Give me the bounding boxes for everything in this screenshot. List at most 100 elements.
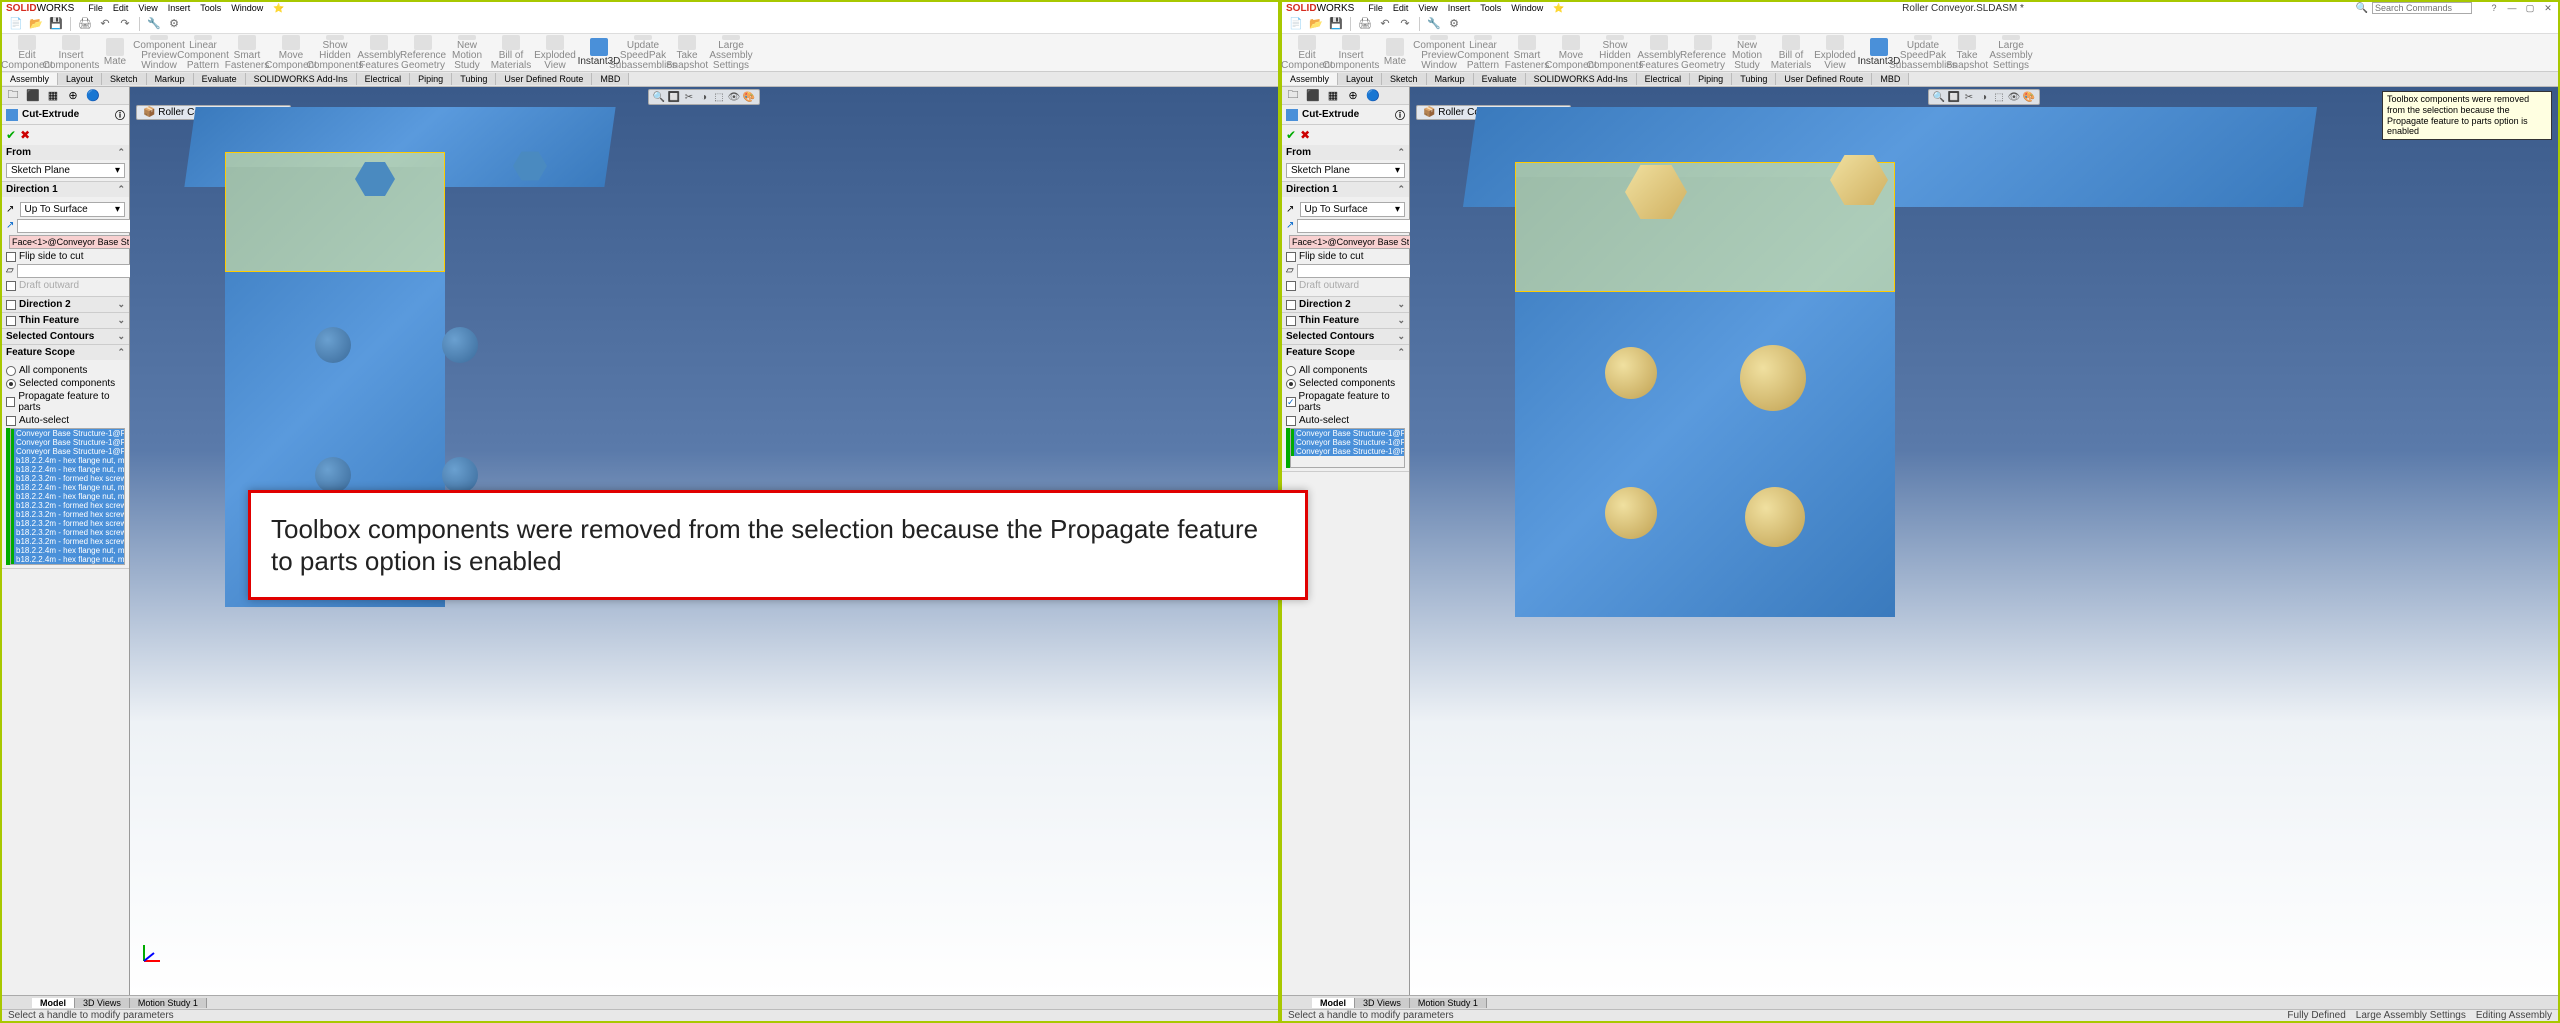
cancel-button[interactable]: ✖ bbox=[1300, 128, 1310, 142]
ribbon-preview-window[interactable]: Component Preview Window bbox=[138, 35, 180, 71]
zoom-fit-icon[interactable]: 🔍 bbox=[1933, 91, 1945, 103]
tab-evaluate[interactable]: Evaluate bbox=[1474, 73, 1526, 85]
print-icon[interactable]: 🖨 bbox=[1357, 16, 1373, 32]
rebuild-icon[interactable]: 🔧 bbox=[1426, 16, 1442, 32]
tab-electrical[interactable]: Electrical bbox=[357, 73, 411, 85]
menu-help-icon[interactable]: ⭐ bbox=[273, 3, 284, 14]
list-item[interactable]: Conveyor Base Structure-1@Rolle bbox=[1291, 447, 1404, 456]
zoom-area-icon[interactable]: 🔲 bbox=[668, 91, 680, 103]
tab-addins[interactable]: SOLIDWORKS Add-Ins bbox=[246, 73, 357, 85]
menu-edit[interactable]: Edit bbox=[113, 3, 129, 14]
appearance-icon[interactable]: 🔵 bbox=[1366, 89, 1380, 103]
draft-icon[interactable]: ▱ bbox=[6, 265, 14, 277]
menu-insert[interactable]: Insert bbox=[1448, 3, 1471, 14]
menu-window[interactable]: Window bbox=[1511, 3, 1543, 14]
redo-icon[interactable]: ↷ bbox=[1397, 16, 1413, 32]
help-button[interactable]: ? bbox=[2488, 3, 2500, 13]
tab-evaluate[interactable]: Evaluate bbox=[194, 73, 246, 85]
dir2-checkbox[interactable] bbox=[1286, 300, 1296, 310]
list-item[interactable]: b18.2.2.4m - hex flange nut, m10 bbox=[11, 456, 124, 465]
new-icon[interactable]: 📄 bbox=[1288, 16, 1304, 32]
flip-checkbox[interactable] bbox=[1286, 252, 1296, 262]
tab-motion-study[interactable]: Motion Study 1 bbox=[1410, 998, 1487, 1008]
tab-piping[interactable]: Piping bbox=[410, 73, 452, 85]
face-selection[interactable] bbox=[9, 235, 132, 249]
ribbon-preview-window[interactable]: Component Preview Window bbox=[1418, 35, 1460, 71]
minimize-button[interactable]: — bbox=[2506, 3, 2518, 13]
tab-mbd[interactable]: MBD bbox=[1872, 73, 1909, 85]
feature-scope-section[interactable]: Feature Scope⌃ bbox=[2, 345, 129, 360]
list-item[interactable]: b18.2.3.2m - formed hex screw, m bbox=[11, 474, 124, 483]
property-icon[interactable]: ⬛ bbox=[26, 89, 40, 103]
tab-markup[interactable]: Markup bbox=[1427, 73, 1474, 85]
maximize-button[interactable]: ▢ bbox=[2524, 3, 2536, 13]
ribbon-show-hidden[interactable]: Show Hidden Components bbox=[1594, 35, 1636, 71]
ribbon-exploded-view[interactable]: Exploded View bbox=[534, 35, 576, 71]
reverse-icon[interactable]: ↗ bbox=[6, 204, 17, 216]
section-icon[interactable]: ✂ bbox=[1963, 91, 1975, 103]
tab-tubing[interactable]: Tubing bbox=[1732, 73, 1776, 85]
menu-help-icon[interactable]: ⭐ bbox=[1553, 3, 1564, 14]
direction-icon[interactable]: ↗ bbox=[6, 220, 14, 232]
ribbon-snapshot[interactable]: Take Snapshot bbox=[666, 35, 708, 71]
ribbon-bom[interactable]: Bill of Materials bbox=[1770, 35, 1812, 71]
tab-assembly[interactable]: Assembly bbox=[1282, 73, 1338, 85]
tab-user-route[interactable]: User Defined Route bbox=[496, 73, 592, 85]
tab-electrical[interactable]: Electrical bbox=[1637, 73, 1691, 85]
open-icon[interactable]: 📂 bbox=[28, 16, 44, 32]
menu-view[interactable]: View bbox=[1418, 3, 1437, 14]
menu-tools[interactable]: Tools bbox=[1480, 3, 1501, 14]
thin-feature-section[interactable]: Thin Feature⌄ bbox=[1282, 313, 1409, 328]
list-item[interactable]: b18.2.3.2m - formed hex screw, m bbox=[11, 537, 124, 546]
tab-3dviews[interactable]: 3D Views bbox=[75, 998, 130, 1008]
tab-model[interactable]: Model bbox=[1312, 998, 1355, 1008]
rebuild-icon[interactable]: 🔧 bbox=[146, 16, 162, 32]
redo-icon[interactable]: ↷ bbox=[117, 16, 133, 32]
all-components-radio[interactable] bbox=[6, 366, 16, 376]
view-orient-icon[interactable]: ⬚ bbox=[1993, 91, 2005, 103]
ribbon-snapshot[interactable]: Take Snapshot bbox=[1946, 35, 1988, 71]
ribbon-ref-geometry[interactable]: Reference Geometry bbox=[1682, 35, 1724, 71]
tab-assembly[interactable]: Assembly bbox=[2, 73, 58, 85]
display-icon[interactable]: ⊕ bbox=[66, 89, 80, 103]
end-condition-dropdown[interactable]: Up To Surface▾ bbox=[20, 202, 125, 217]
tab-layout[interactable]: Layout bbox=[58, 73, 102, 85]
draft-input[interactable] bbox=[1297, 264, 1420, 278]
menu-insert[interactable]: Insert bbox=[168, 3, 191, 14]
config-icon[interactable]: ▦ bbox=[1326, 89, 1340, 103]
tab-piping[interactable]: Piping bbox=[1690, 73, 1732, 85]
thin-checkbox[interactable] bbox=[1286, 316, 1296, 326]
list-item[interactable]: b18.2.3.2m - formed hex screw, m bbox=[11, 501, 124, 510]
tab-tubing[interactable]: Tubing bbox=[452, 73, 496, 85]
autoselect-checkbox[interactable] bbox=[6, 416, 16, 426]
options-icon[interactable]: ⚙ bbox=[166, 16, 182, 32]
direction-input[interactable] bbox=[17, 219, 140, 233]
list-item[interactable]: b18.2.3.2m - formed hex screw, m bbox=[11, 519, 124, 528]
ribbon-smart-fasteners[interactable]: Smart Fasteners bbox=[1506, 35, 1548, 71]
propagate-checkbox[interactable] bbox=[1286, 397, 1296, 407]
ribbon-ref-geometry[interactable]: Reference Geometry bbox=[402, 35, 444, 71]
end-condition-dropdown[interactable]: Up To Surface▾ bbox=[1300, 202, 1405, 217]
new-icon[interactable]: 📄 bbox=[8, 16, 24, 32]
flip-checkbox[interactable] bbox=[6, 252, 16, 262]
tab-sketch[interactable]: Sketch bbox=[1382, 73, 1427, 85]
tab-motion-study[interactable]: Motion Study 1 bbox=[130, 998, 207, 1008]
from-dropdown[interactable]: Sketch Plane▾ bbox=[6, 163, 125, 178]
ribbon-large-assembly[interactable]: Large Assembly Settings bbox=[710, 35, 752, 71]
tab-sketch[interactable]: Sketch bbox=[102, 73, 147, 85]
ribbon-insert-components[interactable]: Insert Components bbox=[50, 35, 92, 71]
autoselect-checkbox[interactable] bbox=[1286, 416, 1296, 426]
view-orient-icon[interactable]: ⬚ bbox=[713, 91, 725, 103]
open-icon[interactable]: 📂 bbox=[1308, 16, 1324, 32]
appearance-icon[interactable]: 🔵 bbox=[86, 89, 100, 103]
selected-contours-section[interactable]: Selected Contours⌄ bbox=[2, 329, 129, 344]
appearance-icon[interactable]: 🎨 bbox=[743, 91, 755, 103]
config-icon[interactable]: ▦ bbox=[46, 89, 60, 103]
list-item[interactable]: b18.2.2.4m - hex flange nut, m10 bbox=[11, 483, 124, 492]
selected-components-radio[interactable] bbox=[1286, 379, 1296, 389]
cancel-button[interactable]: ✖ bbox=[20, 128, 30, 142]
feature-scope-section[interactable]: Feature Scope⌃ bbox=[1282, 345, 1409, 360]
thin-feature-section[interactable]: Thin Feature⌄ bbox=[2, 313, 129, 328]
ribbon-smart-fasteners[interactable]: Smart Fasteners bbox=[226, 35, 268, 71]
ribbon-mate[interactable]: Mate bbox=[94, 35, 136, 71]
